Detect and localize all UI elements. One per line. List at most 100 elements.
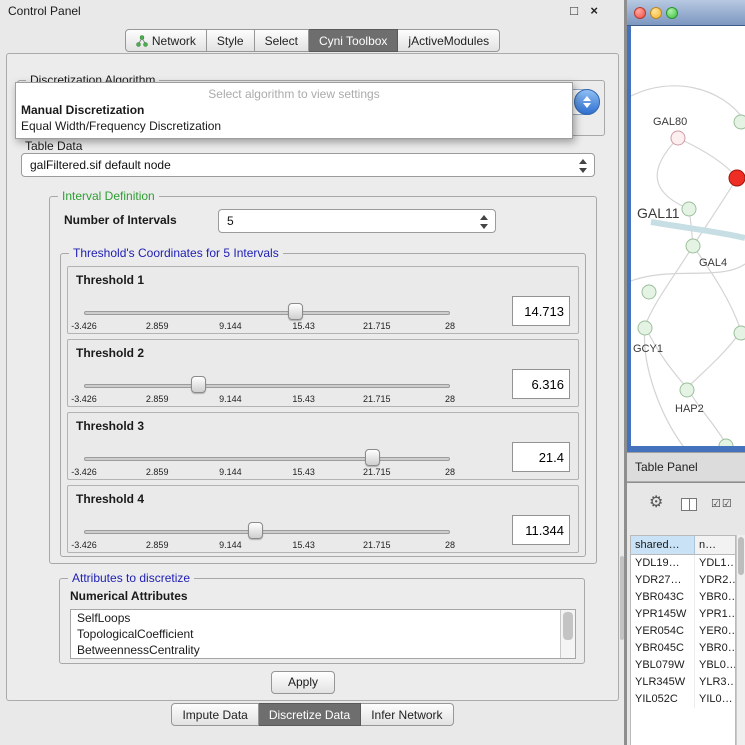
cell-name[interactable]: YIL0… xyxy=(695,691,735,708)
threshold-3-value-field[interactable] xyxy=(512,442,570,472)
dropdown-option-manual-discretization[interactable]: Manual Discretization xyxy=(16,102,572,118)
number-of-intervals-select[interactable]: 5 xyxy=(218,209,496,233)
list-item[interactable]: TopologicalCoefficient xyxy=(71,626,575,642)
table-row[interactable]: YDL19… YDL1… xyxy=(631,555,735,572)
network-node[interactable] xyxy=(671,131,685,145)
network-node[interactable] xyxy=(734,326,745,340)
tab-network[interactable]: Network xyxy=(125,29,207,52)
threshold-4-slider[interactable]: -3.426 2.859 9.144 15.43 21.715 28 xyxy=(84,524,450,552)
slider-track[interactable] xyxy=(84,530,450,534)
table-row[interactable]: YLR345W YLR3… xyxy=(631,674,735,691)
network-canvas[interactable]: GAL80 GAL11 GAL4 GCY1 HAP2 xyxy=(631,26,745,446)
cell-shared-name[interactable]: YDR27… xyxy=(631,572,695,589)
interval-definition-group: Interval Definition Number of Intervals … xyxy=(49,196,597,564)
cell-name[interactable]: YDL1… xyxy=(695,555,735,572)
table-row[interactable]: YBR045C YBR0… xyxy=(631,640,735,657)
threshold-4-value-field[interactable] xyxy=(512,515,570,545)
network-node[interactable] xyxy=(734,115,745,129)
threshold-4-label: Threshold 4 xyxy=(76,492,144,506)
tab-jactivemodules[interactable]: jActiveModules xyxy=(398,29,500,52)
network-tab-icon xyxy=(136,35,148,47)
cell-name[interactable]: YPR1… xyxy=(695,606,735,623)
cell-shared-name[interactable]: YPR145W xyxy=(631,606,695,623)
tab-discretize-data[interactable]: Discretize Data xyxy=(259,703,361,726)
network-node[interactable] xyxy=(638,321,652,335)
table-row[interactable]: YBL079W YBL0… xyxy=(631,657,735,674)
slider-thumb[interactable] xyxy=(288,303,303,320)
table-scrollbar[interactable] xyxy=(736,535,745,745)
cell-name[interactable]: YBR0… xyxy=(695,589,735,606)
tab-style[interactable]: Style xyxy=(207,29,255,52)
list-item[interactable]: SelfLoops xyxy=(71,610,575,626)
network-node-selected[interactable] xyxy=(729,170,745,186)
cell-shared-name[interactable]: YLR345W xyxy=(631,674,695,691)
select-columns-checkboxes-icon[interactable]: ☑☑ xyxy=(711,497,733,510)
threshold-1-value-field[interactable] xyxy=(512,296,570,326)
slider-thumb[interactable] xyxy=(191,376,206,393)
table-data-select[interactable]: galFiltered.sif default node xyxy=(21,153,595,177)
network-node[interactable] xyxy=(680,383,694,397)
cell-shared-name[interactable]: YDL19… xyxy=(631,555,695,572)
network-node[interactable] xyxy=(682,202,696,216)
table-row[interactable]: YDR27… YDR2… xyxy=(631,572,735,589)
table-data-label: Table Data xyxy=(25,139,82,153)
cell-name[interactable]: YDR2… xyxy=(695,572,735,589)
tab-cyni-toolbox[interactable]: Cyni Toolbox xyxy=(309,29,398,52)
combo-arrows-icon[interactable] xyxy=(480,215,488,229)
cell-name[interactable]: YER0… xyxy=(695,623,735,640)
scale-tick: 2.859 xyxy=(146,394,169,404)
network-node[interactable] xyxy=(719,439,733,446)
list-scrollbar[interactable] xyxy=(560,610,575,658)
zoom-traffic-light[interactable] xyxy=(666,7,678,19)
scale-tick: 21.715 xyxy=(363,394,391,404)
slider-track[interactable] xyxy=(84,457,450,461)
cell-shared-name[interactable]: YIL052C xyxy=(631,691,695,708)
table-row[interactable]: YIL052C YIL0… xyxy=(631,691,735,708)
float-window-icon[interactable]: □ xyxy=(570,0,578,22)
tab-select[interactable]: Select xyxy=(255,29,309,52)
table-row[interactable]: YPR145W YPR1… xyxy=(631,606,735,623)
table-row[interactable]: YBR043C YBR0… xyxy=(631,589,735,606)
minimize-traffic-light[interactable] xyxy=(650,7,662,19)
cell-name[interactable]: YLR3… xyxy=(695,674,735,691)
threshold-2-slider[interactable]: -3.426 2.859 9.144 15.43 21.715 28 xyxy=(84,378,450,406)
column-header-name[interactable]: n… xyxy=(695,536,735,554)
columns-icon[interactable] xyxy=(681,498,697,511)
cell-shared-name[interactable]: YBL079W xyxy=(631,657,695,674)
scrollbar-thumb[interactable] xyxy=(563,612,573,640)
apply-button[interactable]: Apply xyxy=(271,671,335,694)
tab-infer-network[interactable]: Infer Network xyxy=(361,703,453,726)
cell-shared-name[interactable]: YER054C xyxy=(631,623,695,640)
cell-name[interactable]: YBL0… xyxy=(695,657,735,674)
tab-impute-data[interactable]: Impute Data xyxy=(171,703,258,726)
cell-name[interactable]: YBR0… xyxy=(695,640,735,657)
slider-thumb[interactable] xyxy=(365,449,380,466)
network-node[interactable] xyxy=(686,239,700,253)
column-header-shared-name[interactable]: shared… xyxy=(631,536,695,554)
scale-tick: 21.715 xyxy=(363,540,391,550)
table-panel-title: Table Panel xyxy=(635,460,698,474)
combo-arrows-icon[interactable] xyxy=(579,159,587,173)
threshold-3-slider[interactable]: -3.426 2.859 9.144 15.43 21.715 28 xyxy=(84,451,450,479)
table-row[interactable]: YER054C YER0… xyxy=(631,623,735,640)
cell-shared-name[interactable]: YBR045C xyxy=(631,640,695,657)
cell-shared-name[interactable]: YBR043C xyxy=(631,589,695,606)
close-icon[interactable]: × xyxy=(590,0,598,22)
bottom-tabstrip: Impute Data Discretize Data Infer Networ… xyxy=(0,703,625,726)
close-traffic-light[interactable] xyxy=(634,7,646,19)
slider-track[interactable] xyxy=(84,384,450,388)
list-item[interactable]: BetweennessCentrality xyxy=(71,642,575,658)
slider-track[interactable] xyxy=(84,311,450,315)
scrollbar-thumb[interactable] xyxy=(738,537,744,575)
dropdown-option-equal-width[interactable]: Equal Width/Frequency Discretization xyxy=(16,118,572,134)
gear-icon[interactable]: ⚙ xyxy=(649,495,663,511)
slider-thumb[interactable] xyxy=(248,522,263,539)
number-of-intervals-label: Number of Intervals xyxy=(64,213,177,227)
threshold-1-slider[interactable]: -3.426 2.859 9.144 15.43 21.715 28 xyxy=(84,305,450,333)
network-node[interactable] xyxy=(642,285,656,299)
threshold-2-value-field[interactable] xyxy=(512,369,570,399)
scale-tick: 28 xyxy=(445,321,455,331)
combo-arrows-icon[interactable] xyxy=(574,89,600,115)
control-panel-scrollbar[interactable] xyxy=(620,556,624,640)
table-panel: ⚙ ☑☑ shared… n… YDL19… YDL1… YDR27… YDR2… xyxy=(627,483,745,745)
